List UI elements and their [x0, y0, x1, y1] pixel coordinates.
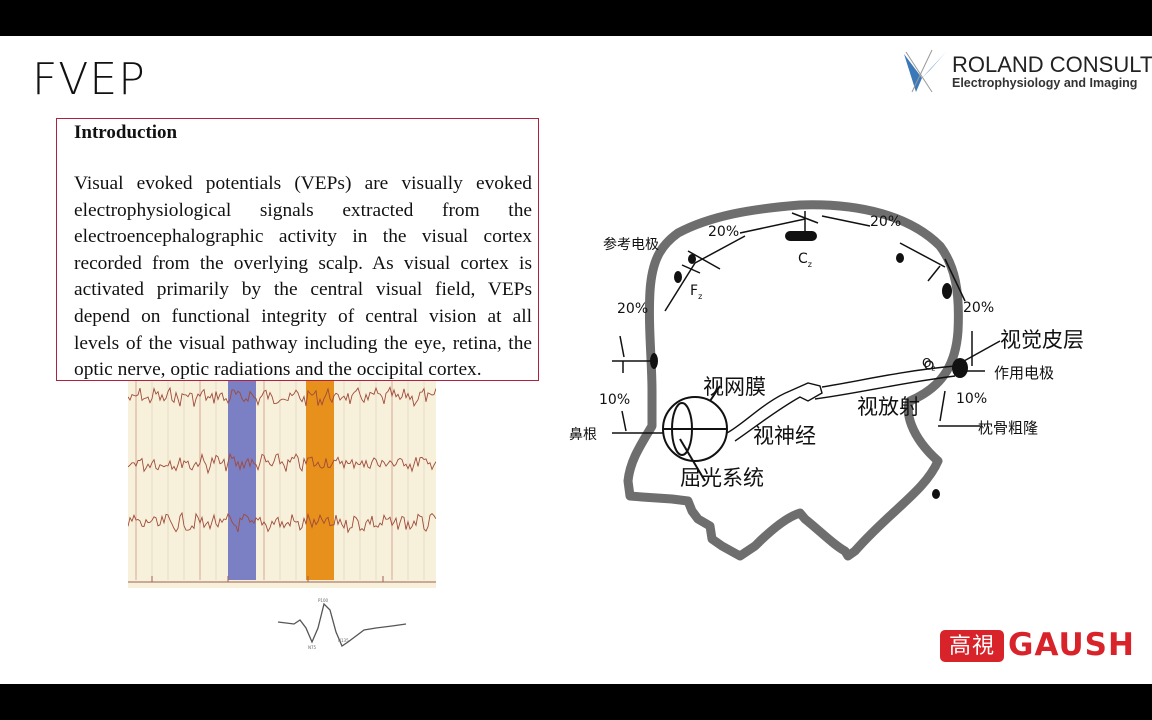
label-fz: Fz [690, 283, 703, 301]
roland-consult-logo: ROLAND CONSULT Electrophysiology and Ima… [902, 48, 1152, 94]
label-oz: Oz [922, 356, 936, 373]
eeg-trace [128, 452, 436, 475]
roland-logo-icon [904, 49, 946, 93]
slide-title: FVEP [32, 54, 146, 105]
introduction-text: Visual evoked potentials (VEPs) are visu… [74, 173, 532, 381]
label-pct-top-back: 20% [870, 214, 902, 230]
head-outline-svg [612, 200, 1001, 561]
label-nasion: 鼻根 [569, 427, 597, 443]
introduction-box: Introduction Visual evoked potentials (V… [56, 118, 539, 381]
vep-peak-p100: P100 [318, 598, 329, 603]
label-cz: Cz [798, 251, 812, 269]
label-visual-cortex: 视觉皮层 [1000, 328, 1084, 352]
eeg-trace-svg [128, 381, 436, 583]
label-reference-electrode: 参考电极 [603, 237, 659, 253]
label-pct-back-upper: 20% [963, 300, 995, 316]
head-electrode-diagram: 参考电极 20% 20% 20% 20% 10% 10% Fz Cz Oz 视觉… [560, 161, 1120, 611]
label-optic-radiation: 视放射 [857, 395, 920, 419]
gaush-logo: 高視 GAUSH [940, 627, 1145, 663]
label-pct-front-lower: 10% [599, 392, 631, 408]
label-active-electrode: 作用电极 [994, 364, 1055, 382]
roland-name: ROLAND CONSULT [952, 52, 1152, 77]
vep-peak-n75: N75 [308, 645, 317, 650]
eeg-trace-figure [128, 381, 436, 588]
roland-tagline: Electrophysiology and Imaging [952, 76, 1138, 90]
eeg-trace [128, 511, 436, 534]
eeg-highlight-band [228, 381, 256, 580]
eeg-trace [128, 385, 436, 408]
label-pct-back-lower: 10% [956, 391, 988, 407]
vep-peak-n135: N135 [338, 638, 349, 643]
eeg-highlight-band [306, 381, 334, 580]
label-retina: 视网膜 [703, 375, 766, 399]
label-optic-nerve: 视神经 [753, 424, 816, 448]
label-pct-front-upper: 20% [617, 301, 649, 317]
vep-waveform-svg: N75 P100 N135 [277, 598, 407, 650]
vep-waveform-figure: N75 P100 N135 [276, 598, 408, 650]
introduction-heading: Introduction [74, 122, 178, 143]
gaush-badge: 高視 [940, 630, 1004, 662]
label-pct-front-top: 20% [708, 224, 740, 240]
label-refractive-system: 屈光系统 [680, 466, 764, 490]
gaush-name: GAUSH [1008, 627, 1135, 663]
head-outline [623, 200, 963, 561]
slide: FVEP ROLAND CONSULT Electrophysiology an… [0, 36, 1152, 684]
label-inion: 枕骨粗隆 [978, 419, 1039, 437]
